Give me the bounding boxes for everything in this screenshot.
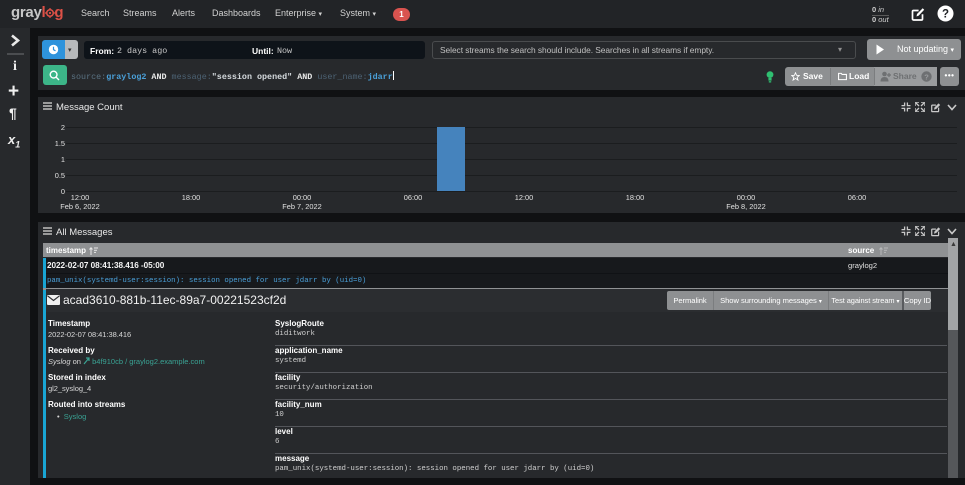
svg-text:?: ? [924, 72, 929, 81]
svg-text:?: ? [942, 9, 949, 21]
